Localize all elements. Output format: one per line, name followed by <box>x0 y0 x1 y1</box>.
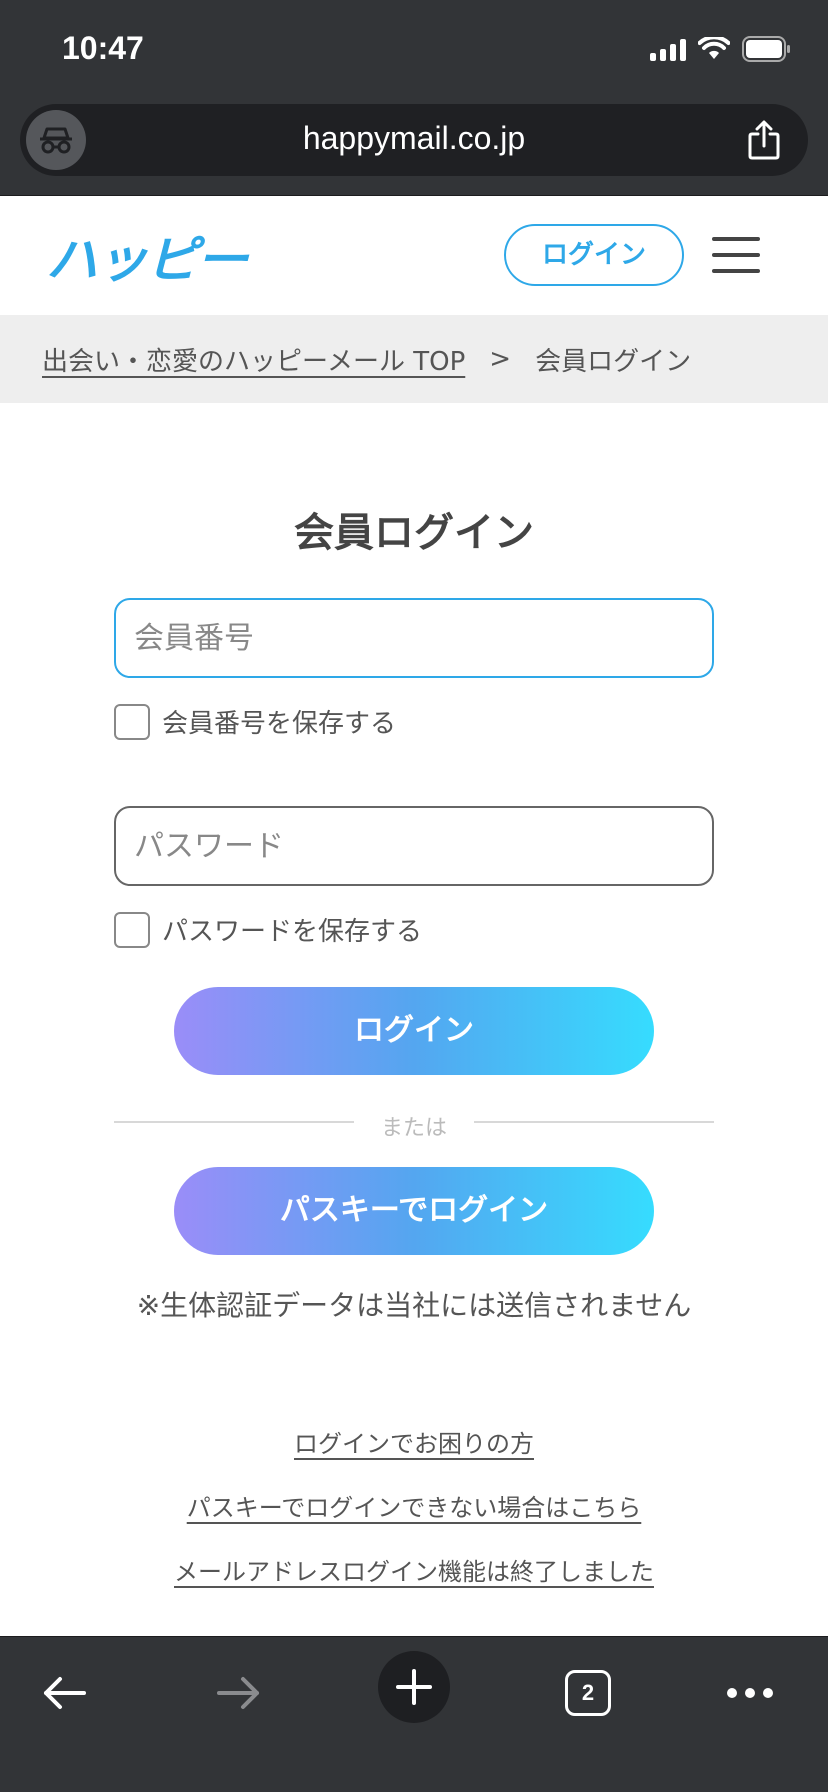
passkey-note: ※生体認証データは当社には送信されません <box>136 1289 692 1322</box>
browser-bottom-toolbar: 2 <box>0 1636 828 1792</box>
share-icon[interactable] <box>746 120 782 164</box>
save-member-number-checkbox[interactable] <box>114 703 150 740</box>
address-bar[interactable]: happymail.co.jp <box>20 104 808 176</box>
forward-arrow-icon[interactable] <box>203 1657 275 1729</box>
new-tab-plus-icon[interactable] <box>378 1651 450 1723</box>
page-title: 会員ログイン <box>294 510 534 556</box>
email-login-ended-link[interactable]: メールアドレスログイン機能は終了しました <box>0 1552 828 1587</box>
svg-text:ハッピー: ハッピー <box>46 231 250 289</box>
cellular-signal-icon <box>650 37 686 61</box>
login-button[interactable]: ログイン <box>174 987 654 1075</box>
browser-top-chrome: 10:47 happymail.co.jp <box>0 0 828 196</box>
more-dots-icon[interactable] <box>714 1657 786 1729</box>
passkey-login-button[interactable]: パスキーでログイン <box>174 1167 654 1255</box>
site-header: ハッピー ログイン <box>0 197 828 315</box>
back-arrow-icon[interactable] <box>28 1657 100 1729</box>
or-label: または <box>380 1116 447 1141</box>
header-login-button[interactable]: ログイン <box>504 224 684 286</box>
battery-icon <box>742 36 792 62</box>
passkey-help-link[interactable]: パスキーでログインできない場合はこちら <box>0 1488 828 1523</box>
status-time: 10:47 <box>62 30 144 66</box>
wifi-icon <box>698 37 730 61</box>
tab-count: 2 <box>565 1670 611 1716</box>
save-member-number-option[interactable]: 会員番号を保存する <box>114 703 396 740</box>
save-password-option[interactable]: パスワードを保存する <box>114 911 422 948</box>
status-icons <box>650 36 792 62</box>
breadcrumb-current: 会員ログイン <box>535 346 692 377</box>
member-number-input[interactable] <box>114 598 714 678</box>
breadcrumb: 出会い・恋愛のハッピーメール TOP > 会員ログイン <box>0 315 828 403</box>
password-input[interactable] <box>114 806 714 886</box>
tab-switcher-button[interactable]: 2 <box>552 1657 624 1729</box>
breadcrumb-separator: > <box>489 344 512 374</box>
happy-logo[interactable]: ハッピー <box>46 227 252 293</box>
breadcrumb-home-link[interactable]: 出会い・恋愛のハッピーメール TOP <box>42 341 465 378</box>
save-member-number-label: 会員番号を保存する <box>162 709 397 739</box>
url-text[interactable]: happymail.co.jp <box>20 120 808 157</box>
hamburger-menu-icon[interactable] <box>712 237 760 273</box>
divider-line <box>474 1121 714 1123</box>
save-password-checkbox[interactable] <box>114 911 150 948</box>
login-help-link[interactable]: ログインでお困りの方 <box>0 1424 828 1459</box>
or-divider: または <box>114 1110 714 1141</box>
save-password-label: パスワードを保存する <box>162 917 423 947</box>
